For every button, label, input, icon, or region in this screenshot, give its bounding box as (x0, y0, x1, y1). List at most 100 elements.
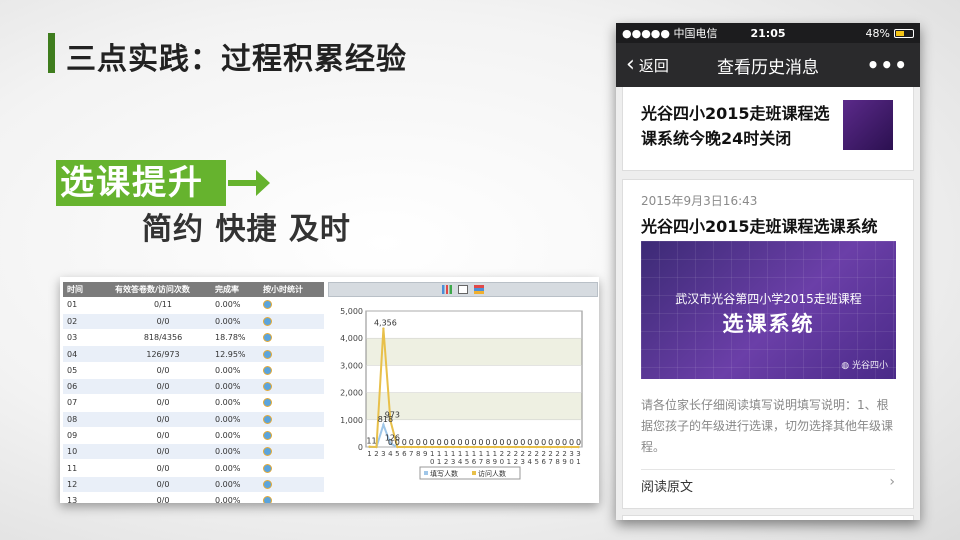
data-label: 0 (576, 438, 581, 447)
x-tick-label: 4 (528, 458, 533, 466)
data-label: 0 (430, 438, 435, 447)
cell-hourly (259, 411, 324, 428)
banner-line-1: 武汉市光谷第四小学2015走班课程 (675, 292, 862, 306)
clock-icon[interactable] (263, 496, 272, 503)
table-row: 08 0/0 0.00% (63, 411, 324, 428)
line-chart-icon[interactable] (458, 285, 468, 294)
data-label: 0 (409, 438, 414, 447)
data-label: 0 (499, 438, 504, 447)
watermark-label: 光谷四小 (851, 361, 888, 371)
data-label: 0 (555, 438, 560, 447)
data-label: 0 (423, 438, 428, 447)
x-tick-label: 1 (472, 450, 476, 458)
cell-answers: 0/0 (111, 459, 211, 477)
x-tick-label: 1 (367, 450, 371, 458)
read-original-link[interactable]: 阅读原文 (641, 476, 693, 495)
cell-rate: 0.00% (211, 313, 259, 331)
x-tick-label: 7 (548, 458, 552, 466)
chart-toolbar (328, 282, 598, 297)
x-tick-label: 8 (555, 458, 559, 466)
y-tick-label: 2,000 (340, 389, 363, 398)
cell-rate: 0.00% (211, 297, 259, 314)
table-row: 13 0/0 0.00% (63, 492, 324, 503)
data-label: 0 (527, 438, 532, 447)
x-tick-label: 2 (534, 450, 538, 458)
clock-icon[interactable] (263, 431, 272, 441)
message-card[interactable]: 光谷四小2015走班课程选课系统今晚24时关闭 (622, 87, 914, 171)
x-tick-label: 3 (576, 450, 580, 458)
cell-hourly (259, 443, 324, 461)
x-tick-label: 5 (465, 458, 469, 466)
x-tick-label: 6 (541, 458, 546, 466)
data-label: 0 (513, 438, 518, 447)
cell-time: 10 (63, 443, 111, 461)
stacked-chart-icon[interactable] (474, 285, 484, 294)
plot-border (365, 310, 583, 448)
table-row: 07 0/0 0.00% (63, 394, 324, 412)
x-tick-label: 2 (521, 450, 525, 458)
x-tick-label: 1 (576, 458, 580, 466)
clock-icon[interactable] (263, 414, 272, 424)
x-tick-label: 1 (493, 450, 497, 458)
clock-icon[interactable] (263, 382, 272, 392)
data-label: 0 (416, 438, 421, 447)
clock-icon[interactable] (263, 447, 272, 457)
cell-hourly (259, 345, 324, 363)
cell-time: 06 (63, 378, 111, 396)
cell-rate: 0.00% (211, 394, 259, 412)
x-tick-label: 2 (514, 458, 518, 466)
arrow-right-icon (228, 170, 270, 196)
clock-icon[interactable] (263, 333, 272, 343)
clock-icon[interactable] (263, 479, 272, 489)
more-icon[interactable]: ••• (867, 53, 908, 77)
clock-icon[interactable] (263, 463, 272, 473)
back-button[interactable]: ‹ 返回 (616, 54, 669, 76)
x-tick-label: 7 (409, 450, 413, 458)
chevron-right-icon: › (889, 474, 895, 490)
chevron-left-icon: ‹ (626, 52, 635, 77)
table-row: 03 818/4356 18.78% (63, 329, 324, 347)
data-label: 0 (437, 438, 442, 447)
message-description: 请各位家长仔细阅读填写说明填写说明：1、根据您孩子的年级进行选课，切勿选择其他年… (641, 398, 894, 454)
nav-bar: ‹ 返回 查看历史消息 ••• (616, 43, 920, 87)
bar-chart-icon[interactable] (442, 285, 452, 294)
table-row: 11 0/0 0.00% (63, 459, 324, 477)
x-tick-label: 2 (548, 450, 552, 458)
clock-icon[interactable] (263, 316, 272, 326)
slide-title: 三点实践：过程积累经验 (66, 42, 407, 77)
message-card[interactable]: 2015年9月3日16:43 光谷四小2015走班课程选课系统 武汉市光谷第四小… (622, 179, 914, 509)
y-tick-label: 3,000 (340, 361, 363, 370)
col-header-time: 时间 (63, 282, 111, 297)
cell-answers: 0/0 (111, 443, 211, 461)
cell-rate: 0.00% (211, 459, 259, 477)
wechat-icon: ◍ (841, 361, 850, 371)
message-cover-image: 武汉市光谷第四小学2015走班课程 选课系统 ◍ 光谷四小 (641, 241, 896, 379)
cell-rate: 0.00% (211, 362, 259, 379)
x-tick-label: 2 (555, 450, 559, 458)
cell-time: 09 (63, 427, 111, 445)
clock-icon[interactable] (263, 365, 272, 375)
message-card[interactable] (622, 515, 914, 520)
x-tick-label: 2 (541, 450, 545, 458)
legend-label: 访问人数 (478, 469, 506, 478)
banner-line-2: 选课系统 (722, 312, 815, 336)
message-title: 光谷四小2015走班课程选课系统今晚24时关闭 (641, 104, 830, 148)
table-row: 02 0/0 0.00% (63, 313, 324, 331)
data-label: 0 (471, 438, 476, 447)
legend-swatch (472, 471, 476, 475)
legend-swatch (424, 471, 428, 475)
clock-icon[interactable] (263, 300, 272, 310)
status-bar: ●●●●● 中国电信 21:05 48% (616, 23, 920, 43)
x-tick-label: 0 (569, 458, 573, 466)
x-tick-label: 2 (514, 450, 518, 458)
x-tick-label: 2 (500, 450, 504, 458)
clock-icon[interactable] (263, 349, 272, 359)
cell-rate: 0.00% (211, 427, 259, 445)
table-row: 06 0/0 0.00% (63, 378, 324, 396)
clock-icon[interactable] (263, 398, 272, 408)
cell-answers: 0/0 (111, 378, 211, 396)
x-tick-label: 9 (423, 450, 427, 458)
data-label: 0 (444, 438, 449, 447)
x-tick-label: 0 (500, 458, 504, 466)
data-label: 973 (385, 411, 400, 420)
